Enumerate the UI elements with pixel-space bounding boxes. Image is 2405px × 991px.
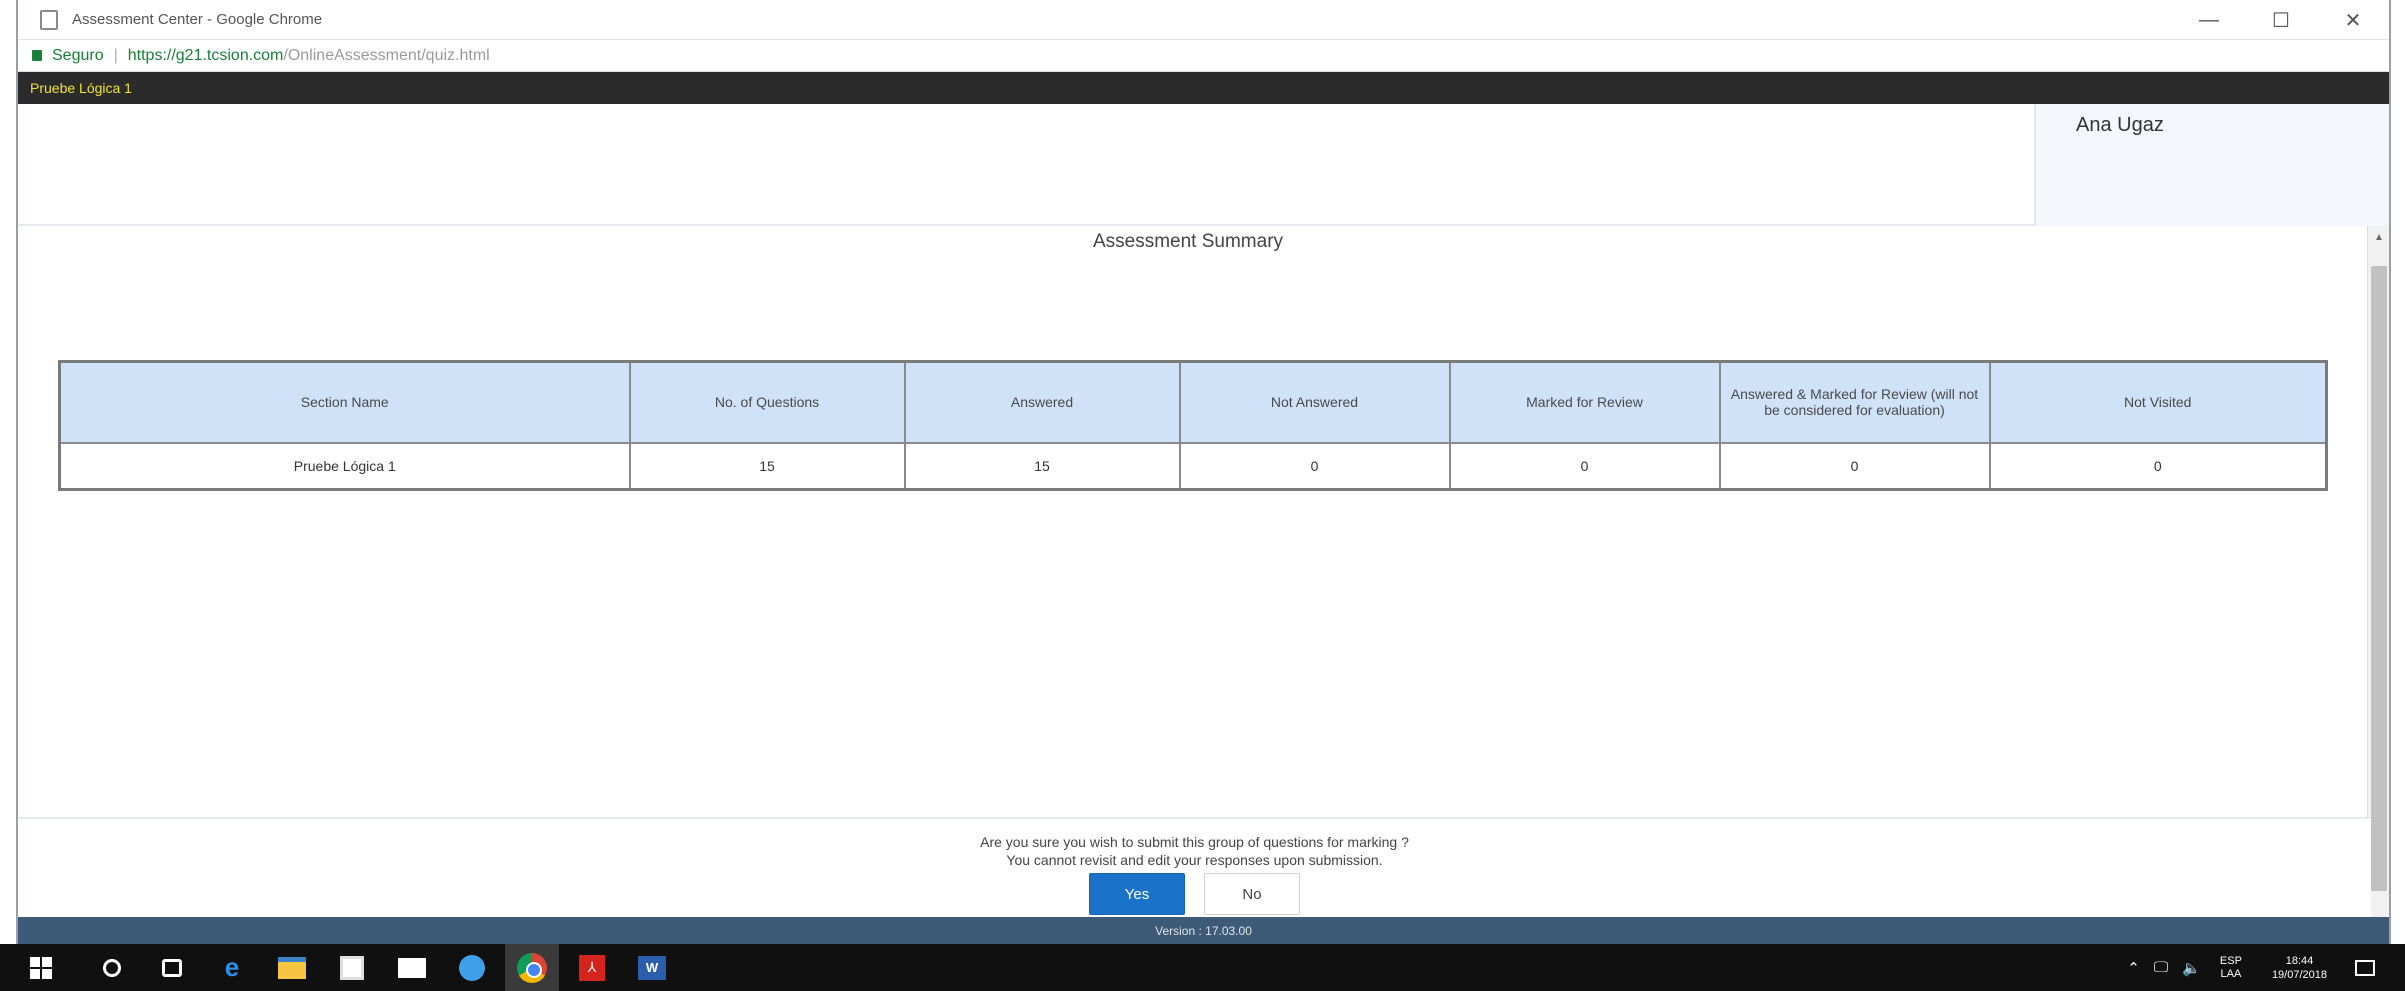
mail-icon[interactable] (397, 953, 427, 983)
confirm-warning: You cannot revisit and edit your respons… (1006, 852, 1383, 868)
assessment-content: Ana Ugaz Assessment Summary Section Name… (18, 104, 2389, 917)
network-app-icon[interactable] (457, 953, 487, 983)
summary-table: Section Name No. of Questions Answered N… (58, 360, 2328, 491)
browser-window: Assessment Center - Google Chrome — ☐ ✕ … (16, 0, 2391, 944)
table-cell: 0 (1448, 441, 1721, 491)
lock-icon (32, 50, 42, 61)
no-button[interactable]: No (1204, 873, 1300, 915)
chrome-icon (517, 952, 547, 983)
address-bar[interactable]: Seguro | https://g21.tcsion.com /OnlineA… (18, 40, 2389, 72)
confirm-message: Are you sure you wish to submit this gro… (18, 833, 2371, 869)
url-path[interactable]: /OnlineAssessment/quiz.html (283, 47, 489, 65)
table-row: Pruebe Lógica 1 15 15 0 0 0 0 (58, 441, 2328, 491)
task-view-icon[interactable] (157, 953, 187, 983)
user-name: Ana Ugaz (2076, 114, 2164, 136)
windows-taskbar: e ⅄ W ⌃ 🖵 🔈 ESP LAA 18:44 19/07/2018 (0, 944, 2405, 991)
clock[interactable]: 18:44 19/07/2018 (2272, 954, 2327, 982)
language-code: ESP (2219, 954, 2242, 967)
acrobat-icon[interactable]: ⅄ (577, 953, 607, 983)
windows-start-icon[interactable] (30, 956, 52, 979)
table-cell: 15 (628, 441, 906, 491)
volume-icon[interactable]: 🔈 (2182, 959, 2201, 977)
table-cell: 0 (1718, 441, 1991, 491)
search-icon[interactable] (97, 953, 127, 983)
notifications-icon[interactable] (2355, 959, 2375, 976)
yes-button[interactable]: Yes (1089, 873, 1185, 915)
column-header: Answered & Marked for Review (will not b… (1718, 360, 1991, 444)
network-icon[interactable]: 🖵 (2154, 959, 2168, 976)
version-text: Version : 17.03.00 (1155, 923, 1252, 938)
window-title: Assessment Center - Google Chrome (72, 11, 323, 28)
confirm-question: Are you sure you wish to submit this gro… (980, 834, 1409, 850)
window-controls: — ☐ ✕ (2173, 0, 2389, 40)
vertical-scrollbar[interactable]: ▲ (2367, 226, 2389, 917)
maximize-button[interactable]: ☐ (2245, 0, 2317, 40)
close-button[interactable]: ✕ (2317, 0, 2389, 40)
header-area: Ana Ugaz (18, 104, 2389, 226)
clock-time: 18:44 (2285, 954, 2314, 967)
table-cell: 0 (1988, 441, 2328, 491)
page-icon (40, 9, 58, 30)
summary-area: Assessment Summary Section Name No. of Q… (18, 226, 2389, 917)
section-nav-bar: Pruebe Lógica 1 (18, 72, 2389, 104)
table-header-row: Section Name No. of Questions Answered N… (58, 360, 2328, 444)
secure-label: Seguro (52, 46, 104, 64)
word-icon[interactable]: W (637, 953, 667, 983)
table-cell: 15 (903, 441, 1181, 491)
chrome-taskbar-button[interactable] (505, 944, 559, 991)
edge-icon[interactable]: e (217, 952, 247, 983)
scroll-up-arrow-icon[interactable]: ▲ (2368, 226, 2390, 248)
column-header: Not Answered (1178, 360, 1451, 444)
column-header: No. of Questions (628, 360, 906, 444)
submit-confirmation: Are you sure you wish to submit this gro… (18, 817, 2371, 917)
store-icon[interactable] (337, 953, 367, 983)
table-cell: Pruebe Lógica 1 (58, 441, 631, 491)
table-cell: 0 (1178, 441, 1451, 491)
version-bar: Version : 17.03.00 (18, 917, 2389, 944)
summary-title: Assessment Summary (1092, 231, 1284, 252)
column-header: Answered (903, 360, 1181, 444)
column-header: Section Name (58, 360, 631, 444)
column-header: Marked for Review (1448, 360, 1721, 444)
user-panel: Ana Ugaz (2034, 104, 2389, 226)
minimize-button[interactable]: — (2173, 0, 2245, 40)
column-header: Not Visited (1988, 360, 2328, 444)
keyboard-layout: LAA (2220, 967, 2242, 980)
section-title: Pruebe Lógica 1 (30, 80, 132, 96)
title-bar: Assessment Center - Google Chrome — ☐ ✕ (18, 0, 2389, 40)
file-explorer-icon[interactable] (277, 953, 307, 983)
system-tray: ⌃ 🖵 🔈 ESP LAA 18:44 19/07/2018 (2120, 944, 2405, 991)
url-host[interactable]: https://g21.tcsion.com (128, 47, 284, 65)
scroll-thumb[interactable] (2371, 266, 2387, 891)
language-indicator[interactable]: ESP LAA (2220, 955, 2242, 981)
chevron-up-icon[interactable]: ⌃ (2127, 959, 2140, 977)
screen: Assessment Center - Google Chrome — ☐ ✕ … (0, 0, 2405, 991)
address-separator: | (113, 46, 118, 64)
clock-date: 19/07/2018 (2271, 968, 2327, 981)
